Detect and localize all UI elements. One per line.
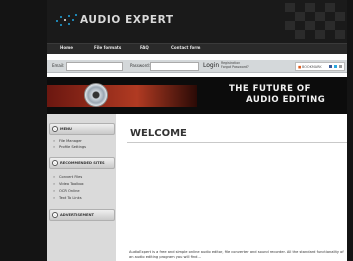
sidebar-advertisement-header: › ADVERTISEMENT — [49, 209, 115, 221]
password-label: Password: — [130, 63, 151, 68]
bookmark-icon: ■ — [298, 64, 302, 69]
nav-item-home[interactable]: Home — [60, 45, 73, 50]
sidebar-menu-title: MENU — [60, 126, 72, 131]
banner-stripe — [47, 85, 197, 107]
share-icon[interactable] — [339, 64, 342, 68]
title-divider — [127, 142, 347, 143]
nav-item-faq[interactable]: FAQ — [140, 45, 149, 50]
main-navigation: Home File formats FAQ Contact form — [47, 43, 347, 54]
sidebar-item-convert-files[interactable]: Convert Files — [53, 175, 82, 179]
twitter-icon[interactable] — [334, 64, 337, 68]
website-page: AUDIO EXPERT Home File formats FAQ Conta… — [47, 0, 347, 261]
sidebar-recommended-header: › RECOMMENDED SITES — [49, 157, 115, 169]
sidebar: › MENU File Manager Profile Settings › R… — [47, 114, 116, 261]
cd-disc-icon — [84, 83, 108, 107]
forgot-password-link[interactable]: Forgot Password? — [221, 65, 249, 70]
page-title: WELCOME — [130, 128, 187, 139]
logo-icon — [56, 14, 78, 28]
sidebar-item-video-toolbox[interactable]: Video Toolbox — [53, 182, 84, 186]
sidebar-recommended-title: RECOMMENDED SITES — [60, 160, 105, 165]
nav-item-file-formats[interactable]: File formats — [94, 45, 121, 50]
sidebar-item-file-manager[interactable]: File Manager — [53, 139, 82, 143]
bookmark-label: BOOKMARK — [302, 65, 322, 69]
bookmark-widget[interactable]: ■ BOOKMARK — [295, 62, 345, 71]
sidebar-menu-header: › MENU — [49, 123, 115, 135]
hero-banner: THE FUTURE OF AUDIO EDITING — [47, 77, 347, 114]
advertisement-icon: › — [52, 212, 58, 218]
sidebar-advertisement-title: ADVERTISEMENT — [60, 212, 94, 217]
account-links: Registration Forgot Password? — [221, 61, 249, 70]
login-bar: Email: Password: Login Registration Forg… — [47, 60, 347, 73]
facebook-icon[interactable] — [329, 64, 332, 68]
sidebar-item-text-to-links[interactable]: Text To Links — [53, 196, 81, 200]
email-input[interactable] — [66, 62, 123, 71]
nav-item-contact-form[interactable]: Contact form — [171, 45, 200, 50]
sidebar-item-ocr-online[interactable]: OCR Online — [53, 189, 79, 193]
banner-headline-line2: AUDIO EDITING — [246, 95, 326, 105]
header-checker-decoration — [285, 3, 347, 39]
recommended-icon: › — [52, 160, 58, 166]
banner-headline-line1: THE FUTURE OF — [229, 84, 311, 94]
site-logo[interactable]: AUDIO EXPERT — [80, 14, 174, 26]
menu-icon: › — [52, 126, 58, 132]
password-input[interactable] — [150, 62, 199, 71]
site-description: AudioExpert is a free and simple online … — [129, 250, 344, 259]
sidebar-item-profile-settings[interactable]: Profile Settings — [53, 145, 86, 149]
site-header: AUDIO EXPERT — [47, 0, 347, 43]
email-label: Email: — [52, 63, 65, 68]
login-button[interactable]: Login — [203, 62, 219, 69]
